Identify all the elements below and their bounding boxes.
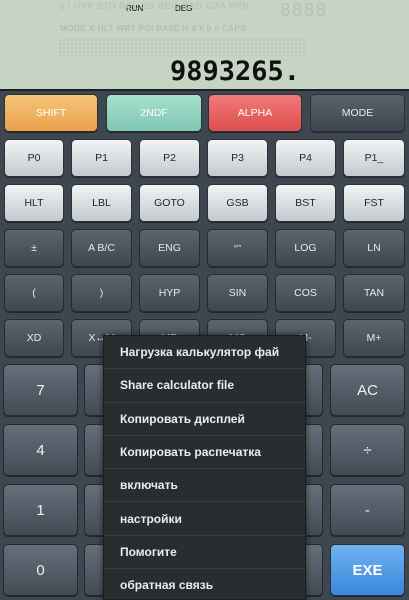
digit-1-key[interactable]: 1 [3, 484, 78, 536]
menu-item-share-calculator-file[interactable]: Share calculator file [104, 369, 305, 403]
digit-0-key[interactable]: 0 [3, 544, 78, 596]
2ndf-key[interactable]: 2NDF [106, 94, 202, 132]
hlt-key[interactable]: HLT [4, 184, 64, 222]
shift-key[interactable]: SHIFT [4, 94, 98, 132]
gsb-key[interactable]: GSB [207, 184, 268, 222]
m-plus-key[interactable]: M+ [343, 319, 405, 357]
tan-key[interactable]: TAN [343, 274, 405, 312]
sin-key[interactable]: SIN [207, 274, 268, 312]
exe-key[interactable]: EXE [330, 544, 405, 596]
menu-item-copy-printout[interactable]: Копировать распечатка [104, 436, 305, 470]
menu-item-help[interactable]: Помогите [104, 536, 305, 570]
log-key[interactable]: LOG [275, 229, 336, 267]
p0-key[interactable]: P0 [4, 139, 64, 177]
menu-item-feedback[interactable]: обратная связь [104, 569, 305, 599]
divide-key[interactable]: ÷ [330, 424, 405, 476]
minus-key[interactable]: - [330, 484, 405, 536]
menu-item-settings[interactable]: настройки [104, 502, 305, 536]
p1-underscore-key[interactable]: P1_ [343, 139, 405, 177]
lcd-inactive-digits: 8888 [280, 0, 328, 21]
p1-key[interactable]: P1 [71, 139, 132, 177]
menu-item-copy-display[interactable]: Копировать дисплей [104, 403, 305, 436]
digit-7-key[interactable]: 7 [3, 364, 78, 416]
lbl-key[interactable]: LBL [71, 184, 132, 222]
mode-key[interactable]: MODE [310, 94, 405, 132]
lcd-inactive-modes: MODE X-HLT WRT PGI BASE N d h b o CAPS [60, 24, 247, 33]
eng-key[interactable]: ENG [139, 229, 200, 267]
fraction-key[interactable]: A B/C [71, 229, 132, 267]
xd-key[interactable]: XD [4, 319, 64, 357]
p3-key[interactable]: P3 [207, 139, 268, 177]
context-menu: Нагрузка калькулятор фай Share calculato… [103, 335, 306, 600]
all-clear-key[interactable]: AC [330, 364, 405, 416]
hyp-key[interactable]: HYP [139, 274, 200, 312]
close-paren-key[interactable]: ) [71, 274, 132, 312]
digit-4-key[interactable]: 4 [3, 424, 78, 476]
ln-key[interactable]: LN [343, 229, 405, 267]
goto-key[interactable]: GOTO [139, 184, 200, 222]
menu-item-turn-on[interactable]: включать [104, 469, 305, 503]
calculator-display: RUN DEG s i HYP STO RCL SD REG RAD GRA P… [0, 0, 409, 91]
lcd-dot-matrix [58, 38, 306, 56]
p2-key[interactable]: P2 [139, 139, 200, 177]
bst-key[interactable]: BST [275, 184, 336, 222]
fst-key[interactable]: FST [343, 184, 405, 222]
lcd-inactive-indicators: s i HYP STO RCL SD REG RAD GRA PRN [60, 1, 250, 11]
degree-minute-second-key[interactable]: °'" [207, 229, 268, 267]
menu-item-load-calculator-file[interactable]: Нагрузка калькулятор фай [104, 336, 305, 370]
cos-key[interactable]: COS [275, 274, 336, 312]
alpha-key[interactable]: ALPHA [208, 94, 302, 132]
plus-minus-key[interactable]: ± [4, 229, 64, 267]
open-paren-key[interactable]: ( [4, 274, 64, 312]
display-value: 9893265. [169, 56, 300, 87]
p4-key[interactable]: P4 [275, 139, 336, 177]
